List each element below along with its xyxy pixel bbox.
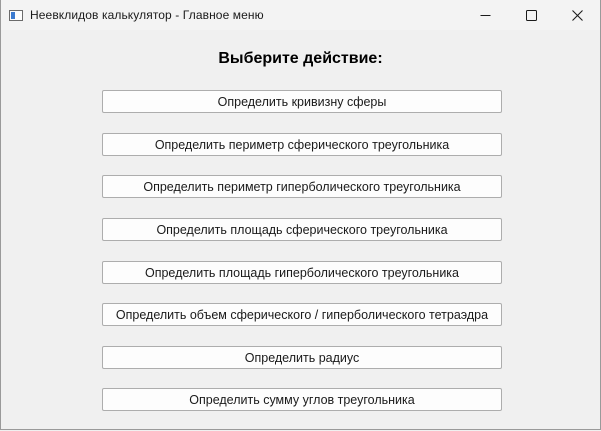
hyperbolic-area-button[interactable]: Определить площадь гиперболического треу… [102,261,502,284]
tetrahedron-volume-button[interactable]: Определить объем сферического / гипербол… [102,303,502,326]
app-window: Неевклидов калькулятор - Главное меню Вы… [0,0,601,430]
main-content: Выберите действие: Определить кривизну с… [1,30,600,429]
maximize-icon [525,9,537,21]
maximize-button[interactable] [508,0,554,30]
minimize-button[interactable] [462,0,508,30]
page-heading: Выберите действие: [218,50,383,67]
title-bar[interactable]: Неевклидов калькулятор - Главное меню [1,0,600,30]
app-window-icon [9,9,23,21]
spherical-perimeter-button[interactable]: Определить периметр сферического треугол… [102,133,502,156]
radius-button[interactable]: Определить радиус [102,346,502,369]
close-button[interactable] [554,0,600,30]
window-title: Неевклидов калькулятор - Главное меню [30,8,264,22]
hyperbolic-perimeter-button[interactable]: Определить периметр гиперболического тре… [102,175,502,198]
spherical-area-button[interactable]: Определить площадь сферического треуголь… [102,218,502,241]
curvature-button[interactable]: Определить кривизну сферы [102,90,502,113]
angle-sum-button[interactable]: Определить сумму углов треугольника [102,388,502,411]
window-controls [462,0,600,30]
close-icon [571,9,583,21]
minimize-icon [480,14,490,16]
